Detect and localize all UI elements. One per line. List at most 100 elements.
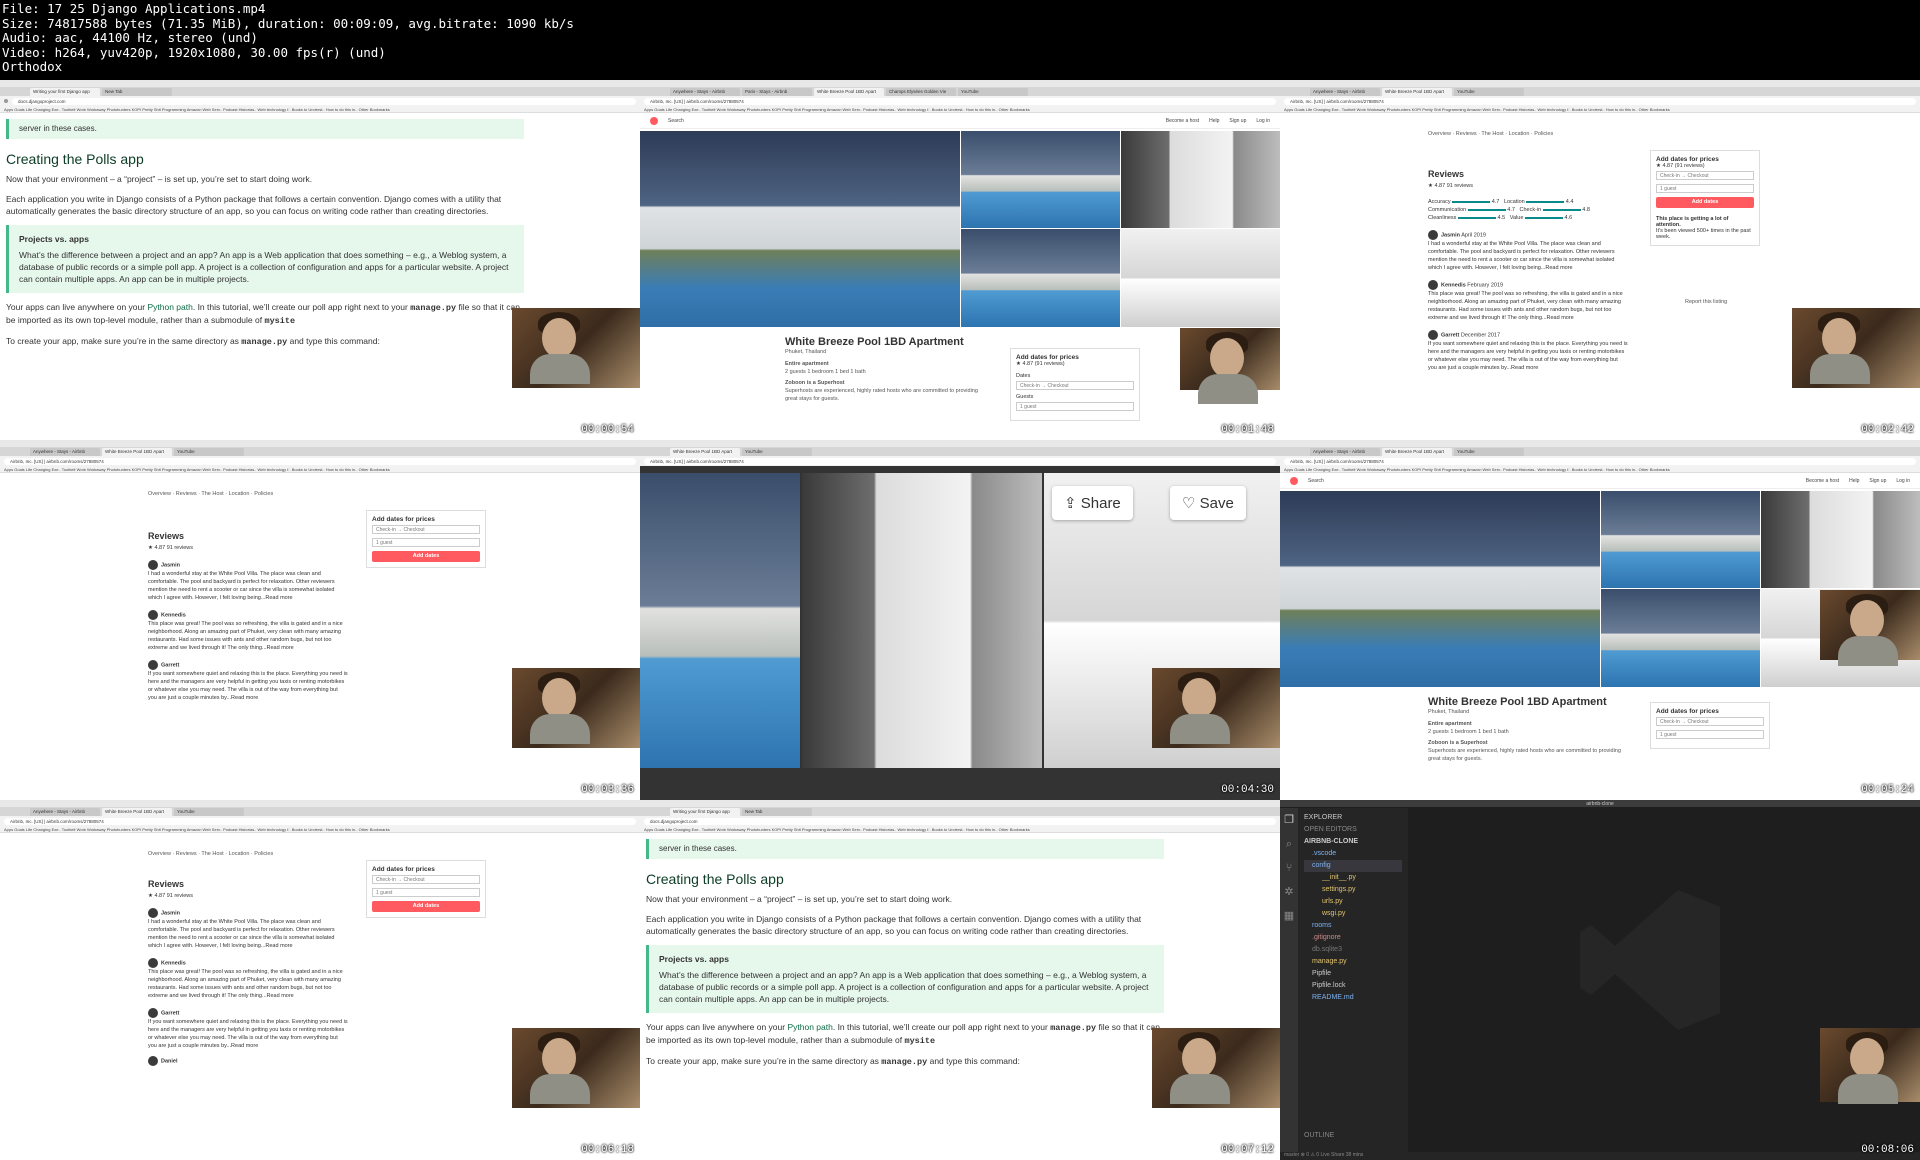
bookmarks-bar[interactable]: Apps Goals Life Changing Exe.. Toolbelt …: [1280, 106, 1920, 113]
share-button[interactable]: ⇪ Share: [1052, 486, 1133, 520]
tree-item[interactable]: settings.py: [1304, 884, 1402, 896]
tab-new[interactable]: New Tab: [102, 88, 172, 96]
tab-youtube[interactable]: YouTube: [174, 808, 244, 816]
photo-5[interactable]: [1121, 229, 1280, 327]
guests-select[interactable]: 1 guest: [1016, 402, 1134, 411]
nav-signup[interactable]: Sign up: [1869, 478, 1886, 484]
nav-help[interactable]: Help: [1849, 478, 1859, 484]
tab-youtube[interactable]: YouTube: [174, 448, 244, 456]
url-input[interactable]: Airbnb, Inc. [US] | airbnb.com/rooms/278…: [1284, 457, 1916, 465]
url-input[interactable]: Airbnb, Inc. [US] | airbnb.com/rooms/278…: [4, 817, 636, 825]
tab-django[interactable]: Writing your first Django app: [30, 88, 100, 96]
bookmarks-bar[interactable]: Apps Goals Life Changing Exe.. Toolbelt …: [640, 106, 1280, 113]
dates-input[interactable]: Check-in → Checkout: [1656, 171, 1754, 180]
tab-youtube[interactable]: YouTube: [958, 88, 1028, 96]
tab-anywhere[interactable]: Anywhere - Stays - Airbnb: [30, 448, 100, 456]
tab-youtube[interactable]: YouTube: [1454, 88, 1524, 96]
bookmarks-bar[interactable]: Apps Goals Life Changing Exe.. Toolbelt …: [0, 466, 640, 473]
url-input[interactable]: Airbnb, Inc. [US] | airbnb.com/rooms/278…: [4, 457, 636, 465]
tab-white[interactable]: White Breeze Pool 1BD Apart: [102, 448, 172, 456]
nav-signup[interactable]: Sign up: [1229, 118, 1246, 124]
photo-4[interactable]: [1121, 131, 1280, 228]
tree-item[interactable]: Pipfile.lock: [1304, 980, 1402, 992]
tree-item[interactable]: __init__.py: [1304, 872, 1402, 884]
bookmarks-bar[interactable]: Apps Goals Life Changing Exe.. Toolbelt …: [0, 106, 640, 113]
add-dates-button[interactable]: Add dates: [1656, 197, 1754, 208]
photo-3[interactable]: [961, 229, 1120, 327]
photo-2[interactable]: [1601, 491, 1760, 588]
tab-white[interactable]: White Breeze Pool 1BD Apart: [670, 448, 740, 456]
tab-white[interactable]: White Breeze Pool 1BD Apart: [1382, 448, 1452, 456]
tab-anywhere[interactable]: Anywhere - Stays - Airbnb: [30, 808, 100, 816]
tab-white[interactable]: White Breeze Pool 1BD Apart: [1382, 88, 1452, 96]
tree-item[interactable]: config: [1304, 860, 1402, 872]
back-icon[interactable]: [4, 99, 8, 103]
tab-white[interactable]: White Breeze Pool 1BD Apart: [814, 88, 884, 96]
dates-input[interactable]: Check-in → Checkout: [372, 875, 480, 884]
save-button[interactable]: ♡ Save: [1170, 486, 1246, 520]
url-input[interactable]: Airbnb, Inc. [US] | airbnb.com/rooms/278…: [644, 457, 1276, 465]
search-input[interactable]: Search: [668, 118, 1156, 124]
open-editors[interactable]: OPEN EDITORS: [1304, 824, 1402, 836]
tab-white[interactable]: White Breeze Pool 1BD Apart: [102, 808, 172, 816]
dates-input[interactable]: Check-in → Checkout: [1656, 717, 1764, 726]
tree-item[interactable]: README.md: [1304, 992, 1402, 1004]
airbnb-logo-icon[interactable]: [650, 116, 658, 125]
dates-input[interactable]: Check-in → Checkout: [372, 525, 480, 534]
nav-become-host[interactable]: Become a host: [1166, 118, 1199, 124]
subnav[interactable]: Overview · Reviews · The Host · Location…: [148, 490, 273, 498]
nav-login[interactable]: Log in: [1256, 118, 1270, 124]
tab-anywhere[interactable]: Anywhere - Stays - Airbnb: [1310, 88, 1380, 96]
nav-become-host[interactable]: Become a host: [1806, 478, 1839, 484]
tab-youtube[interactable]: YouTube: [742, 448, 812, 456]
python-path-link[interactable]: Python path: [147, 302, 192, 312]
bookmarks-bar[interactable]: Apps Goals Life Changing Exe.. Toolbelt …: [640, 826, 1280, 833]
tab-anywhere[interactable]: Anywhere - Stays - Airbnb: [1310, 448, 1380, 456]
outline-section[interactable]: OUTLINE: [1304, 1130, 1334, 1142]
add-dates-button[interactable]: Add dates: [372, 551, 480, 562]
tab-anywhere[interactable]: Anywhere - Stays - Airbnb: [670, 88, 740, 96]
python-path-link[interactable]: Python path: [787, 1022, 832, 1032]
nav-help[interactable]: Help: [1209, 118, 1219, 124]
nav-login[interactable]: Log in: [1896, 478, 1910, 484]
tree-item[interactable]: urls.py: [1304, 896, 1402, 908]
guests-select[interactable]: 1 guest: [372, 538, 480, 547]
files-icon[interactable]: ❐: [1280, 808, 1298, 832]
photo-3[interactable]: [1601, 589, 1760, 687]
tab-django[interactable]: Writing your first Django app: [670, 808, 740, 816]
bookmarks-bar[interactable]: Apps Goals Life Changing Exe.. Toolbelt …: [0, 826, 640, 833]
main-photo[interactable]: [640, 131, 960, 327]
subnav[interactable]: Overview · Reviews · The Host · Location…: [148, 850, 273, 858]
main-photo[interactable]: [1280, 491, 1600, 687]
tree-item[interactable]: rooms: [1304, 920, 1402, 932]
tab-youtube[interactable]: YouTube: [1454, 448, 1524, 456]
add-dates-button[interactable]: Add dates: [372, 901, 480, 912]
tree-item[interactable]: db.sqlite3: [1304, 944, 1402, 956]
photo-2[interactable]: [961, 131, 1120, 228]
guests-select[interactable]: 1 guest: [372, 888, 480, 897]
tree-item[interactable]: .vscode: [1304, 848, 1402, 860]
search-input[interactable]: Search: [1308, 478, 1796, 484]
url-input[interactable]: docs.djangoproject.com: [644, 817, 1276, 825]
search-icon[interactable]: ⌕: [1280, 832, 1298, 856]
airbnb-logo-icon[interactable]: [1290, 476, 1298, 485]
url-input[interactable]: Airbnb, Inc. [US] | airbnb.com/rooms/278…: [644, 97, 1276, 105]
debug-icon[interactable]: ✲: [1280, 880, 1298, 904]
guests-select[interactable]: 1 guest: [1656, 184, 1754, 193]
tree-item[interactable]: .gitignore: [1304, 932, 1402, 944]
photo-pool[interactable]: [640, 473, 800, 768]
tab-champs[interactable]: Champs Elysées Golden Vie: [886, 88, 956, 96]
git-icon[interactable]: ⑂: [1280, 856, 1298, 880]
root-folder[interactable]: AIRBNB-CLONE: [1304, 836, 1402, 848]
guests-select[interactable]: 1 guest: [1656, 730, 1764, 739]
tab-new[interactable]: New Tab: [742, 808, 812, 816]
url-input[interactable]: docs.djangoproject.com: [12, 97, 636, 105]
tree-item[interactable]: manage.py: [1304, 956, 1402, 968]
tree-item[interactable]: Pipfile: [1304, 968, 1402, 980]
report-link[interactable]: Report this listing: [1685, 298, 1727, 306]
url-input[interactable]: Airbnb, Inc. [US] | airbnb.com/rooms/278…: [1284, 97, 1916, 105]
bookmarks-bar[interactable]: Apps Goals Life Changing Exe.. Toolbelt …: [1280, 466, 1920, 473]
photo-4[interactable]: [1761, 491, 1920, 588]
extensions-icon[interactable]: ▦: [1280, 904, 1298, 928]
tree-item[interactable]: wsgi.py: [1304, 908, 1402, 920]
